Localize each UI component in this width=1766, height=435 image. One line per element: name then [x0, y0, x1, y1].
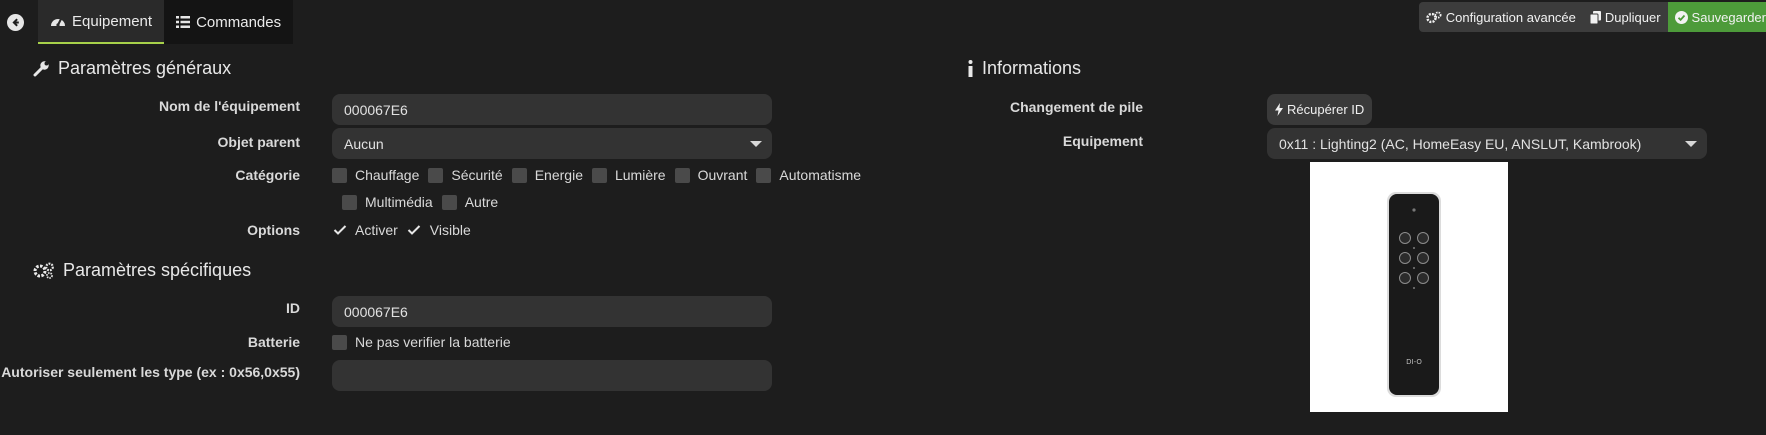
info-title-text: Informations	[982, 58, 1082, 78]
checkbox[interactable]	[511, 167, 527, 183]
check-icon	[408, 225, 421, 235]
gears-icon	[33, 262, 54, 279]
checkbox[interactable]	[428, 167, 444, 183]
category-lumiere-label: Lumière	[614, 167, 666, 183]
options-row: Activer Visible	[332, 222, 480, 238]
equipment-type-select[interactable]: 0x11 : Lighting2 (AC, HomeEasy EU, ANSLU…	[1267, 128, 1707, 159]
category-autre[interactable]: Autre	[441, 194, 499, 210]
option-activer-label: Activer	[355, 222, 398, 238]
category-securite[interactable]: Sécurité	[428, 167, 503, 183]
category-automatisme[interactable]: Automatisme	[756, 167, 861, 183]
arrow-left-icon	[6, 13, 24, 31]
gears-icon	[1426, 11, 1442, 23]
category-autre-label: Autre	[464, 194, 499, 210]
name-input[interactable]: 000067E6	[332, 94, 772, 125]
category-row-2: Multimédia Autre	[342, 194, 507, 210]
tab-bar: Equipement Commandes	[38, 0, 294, 44]
checkbox-checked[interactable]	[332, 223, 347, 238]
general-title-text: Paramètres généraux	[58, 58, 232, 78]
types-label: Autoriser seulement les type (ex : 0x56,…	[1, 364, 300, 380]
battery-change-label: Changement de pile	[1009, 99, 1143, 115]
save-button[interactable]: Sauvegarder	[1667, 2, 1766, 32]
info-icon	[968, 60, 973, 77]
specific-section-title: Paramètres spécifiques	[33, 260, 251, 281]
action-button-group: Configuration avancée Dupliquer Sauvegar…	[1418, 2, 1766, 32]
id-input[interactable]: 000067E6	[332, 296, 772, 327]
parent-select[interactable]: Aucun	[332, 128, 772, 159]
tab-commandes-label: Commandes	[196, 13, 282, 31]
tab-commandes[interactable]: Commandes	[164, 0, 293, 44]
tab-equipement[interactable]: Equipement	[38, 0, 165, 44]
check-icon	[333, 225, 346, 235]
name-input-value: 000067E6	[344, 101, 408, 118]
checkbox[interactable]	[591, 167, 607, 183]
checkbox[interactable]	[674, 167, 690, 183]
recover-id-button[interactable]: Récupérer ID	[1267, 94, 1373, 125]
checkbox-checked[interactable]	[407, 223, 422, 238]
category-ouvrant-label: Ouvrant	[697, 167, 748, 183]
checkbox[interactable]	[332, 334, 347, 350]
checkbox[interactable]	[756, 167, 772, 183]
parent-select-value: Aucun	[344, 135, 384, 152]
category-energie-label: Energie	[534, 167, 583, 183]
category-label: Catégorie	[235, 167, 300, 183]
duplicate-label: Dupliquer	[1604, 9, 1661, 25]
equipment-type-label: Equipement	[1062, 133, 1143, 149]
dashboard-icon	[51, 18, 65, 27]
check-circle-icon	[1674, 10, 1688, 24]
option-visible[interactable]: Visible	[407, 222, 471, 238]
advanced-config-label: Configuration avancée	[1445, 9, 1576, 25]
tab-equipement-label: Equipement	[72, 12, 153, 30]
remote-control-image: DI-O	[1387, 192, 1441, 397]
category-chauffage[interactable]: Chauffage	[332, 167, 419, 183]
remote-brand-text: DI-O	[1406, 358, 1422, 366]
category-securite-label: Sécurité	[451, 167, 503, 183]
category-chauffage-label: Chauffage	[355, 167, 420, 183]
checkbox[interactable]	[332, 167, 347, 183]
id-input-value: 000067E6	[344, 303, 408, 320]
info-section-title: Informations	[967, 58, 1081, 79]
category-lumiere[interactable]: Lumière	[591, 167, 666, 183]
types-input[interactable]	[332, 360, 772, 391]
option-activer[interactable]: Activer	[332, 222, 398, 238]
wrench-icon	[33, 61, 49, 77]
category-row-1: Chauffage Sécurité Energie Lumière Ouvra…	[332, 167, 870, 183]
id-label: ID	[286, 300, 300, 316]
recover-id-label: Récupérer ID	[1287, 102, 1365, 117]
checkbox[interactable]	[441, 194, 457, 210]
caret-down-icon	[750, 141, 762, 147]
parent-label: Objet parent	[217, 134, 300, 150]
name-label: Nom de l'équipement	[158, 98, 300, 114]
general-section-title: Paramètres généraux	[33, 58, 231, 79]
category-ouvrant[interactable]: Ouvrant	[674, 167, 748, 183]
back-button[interactable]	[0, 0, 30, 44]
list-icon	[176, 16, 191, 28]
device-image: DI-O	[1310, 162, 1508, 412]
equipment-type-value: 0x11 : Lighting2 (AC, HomeEasy EU, ANSLU…	[1279, 135, 1642, 152]
options-label: Options	[247, 222, 300, 238]
specific-title-text: Paramètres spécifiques	[63, 260, 252, 280]
checkbox[interactable]	[342, 194, 357, 210]
battery-no-check-option[interactable]: Ne pas verifier la batterie	[332, 334, 511, 350]
category-multimedia-label: Multimédia	[365, 194, 433, 210]
bolt-icon	[1275, 103, 1283, 116]
battery-option-label: Ne pas verifier la batterie	[355, 334, 511, 350]
option-visible-label: Visible	[429, 222, 471, 238]
caret-down-icon	[1685, 141, 1697, 147]
category-multimedia[interactable]: Multimédia	[342, 194, 433, 210]
save-label: Sauvegarder	[1691, 9, 1766, 25]
advanced-config-button[interactable]: Configuration avancée	[1419, 2, 1583, 32]
category-energie[interactable]: Energie	[511, 167, 583, 183]
battery-row: Ne pas verifier la batterie	[332, 334, 520, 350]
copy-icon	[1589, 10, 1601, 24]
category-automatisme-label: Automatisme	[779, 167, 862, 183]
battery-label: Batterie	[247, 334, 300, 350]
duplicate-button[interactable]: Dupliquer	[1583, 2, 1668, 32]
